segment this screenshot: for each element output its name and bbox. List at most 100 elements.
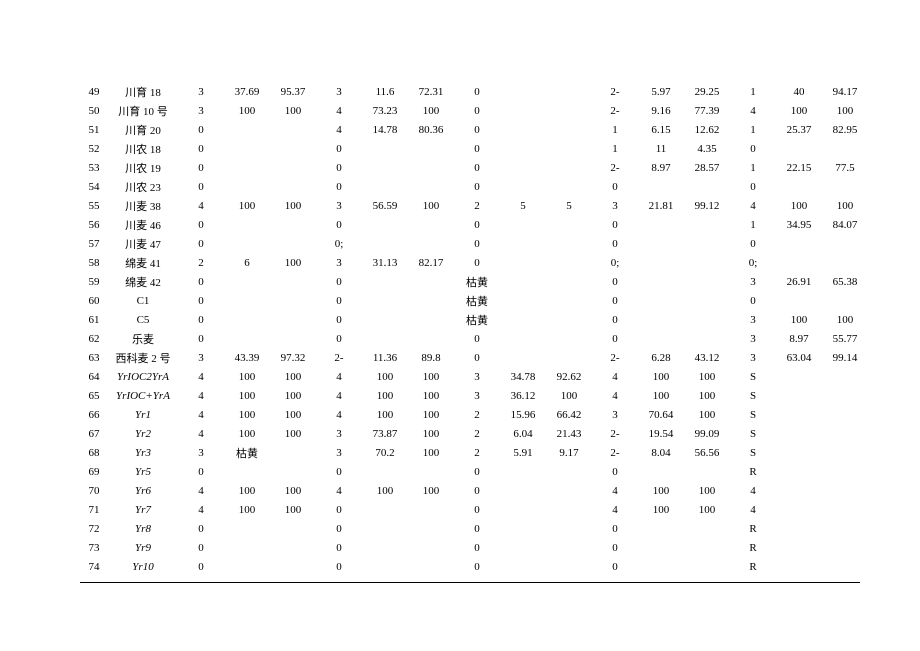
cell	[684, 462, 730, 481]
cell: 100	[270, 101, 316, 120]
cell: 9.16	[638, 101, 684, 120]
cell	[500, 291, 546, 310]
row-index: 63	[80, 348, 108, 367]
cell	[822, 234, 868, 253]
cell: 100	[224, 196, 270, 215]
cell	[684, 215, 730, 234]
cell: 34.95	[776, 215, 822, 234]
cell: 0	[178, 120, 224, 139]
cell: 56.56	[684, 443, 730, 462]
cell	[776, 557, 822, 576]
cell: 0	[454, 538, 500, 557]
cell: 4	[178, 196, 224, 215]
cell: 0	[592, 215, 638, 234]
cell	[500, 500, 546, 519]
table-row: 57川麦 4700;000	[80, 234, 868, 253]
cell: 0	[454, 462, 500, 481]
cell: S	[730, 443, 776, 462]
cell	[362, 462, 408, 481]
cell	[638, 462, 684, 481]
cell: 2-	[592, 82, 638, 101]
cell: 枯黄	[454, 291, 500, 310]
cell: 0;	[316, 234, 362, 253]
cell	[362, 538, 408, 557]
cell: 0	[316, 519, 362, 538]
cell: 0	[178, 139, 224, 158]
cell: 4	[178, 405, 224, 424]
cell: 37.69	[224, 82, 270, 101]
cell: 0	[316, 538, 362, 557]
cell: 4	[316, 481, 362, 500]
cell	[546, 462, 592, 481]
cell	[776, 500, 822, 519]
cell: 3	[592, 196, 638, 215]
table-row: 63西科麦 2 号343.3997.322-11.3689.802-6.2843…	[80, 348, 868, 367]
cell	[408, 538, 454, 557]
row-name: 乐麦	[108, 329, 178, 348]
cell: 100	[408, 443, 454, 462]
cell	[546, 234, 592, 253]
cell	[362, 291, 408, 310]
cell	[224, 329, 270, 348]
row-index: 54	[80, 177, 108, 196]
cell: 0	[178, 329, 224, 348]
row-name: 川麦 38	[108, 196, 178, 215]
cell: 100	[224, 386, 270, 405]
row-index: 56	[80, 215, 108, 234]
row-index: 60	[80, 291, 108, 310]
cell	[546, 82, 592, 101]
cell	[776, 253, 822, 272]
cell	[362, 158, 408, 177]
cell	[408, 234, 454, 253]
cell: 8.97	[776, 329, 822, 348]
row-name: 川农 23	[108, 177, 178, 196]
cell	[546, 329, 592, 348]
cell: 31.13	[362, 253, 408, 272]
cell: 0	[178, 158, 224, 177]
cell: S	[730, 424, 776, 443]
cell	[638, 234, 684, 253]
cell	[362, 329, 408, 348]
cell: 0	[178, 177, 224, 196]
cell: 100	[776, 101, 822, 120]
cell: 82.95	[822, 120, 868, 139]
cell: 1	[730, 82, 776, 101]
cell: 0	[592, 462, 638, 481]
cell	[546, 101, 592, 120]
cell	[362, 139, 408, 158]
cell: 0	[178, 462, 224, 481]
cell: 100	[224, 481, 270, 500]
cell: 0	[454, 329, 500, 348]
cell: 2-	[592, 348, 638, 367]
cell: 43.39	[224, 348, 270, 367]
table-row: 49川育 18337.6995.37311.672.3102-5.9729.25…	[80, 82, 868, 101]
cell: 2-	[592, 443, 638, 462]
cell: 0	[316, 158, 362, 177]
row-index: 67	[80, 424, 108, 443]
cell	[546, 538, 592, 557]
row-index: 74	[80, 557, 108, 576]
table-row: 54川农 2300000	[80, 177, 868, 196]
cell	[500, 158, 546, 177]
cell	[408, 310, 454, 329]
cell	[638, 538, 684, 557]
cell: 19.54	[638, 424, 684, 443]
cell	[362, 234, 408, 253]
cell	[638, 272, 684, 291]
row-index: 59	[80, 272, 108, 291]
cell: S	[730, 367, 776, 386]
cell	[500, 253, 546, 272]
cell	[638, 291, 684, 310]
cell: 5.97	[638, 82, 684, 101]
cell	[776, 538, 822, 557]
cell: 0	[592, 291, 638, 310]
cell: R	[730, 519, 776, 538]
cell	[822, 405, 868, 424]
cell	[408, 139, 454, 158]
cell: 100	[684, 367, 730, 386]
cell	[822, 424, 868, 443]
cell	[546, 291, 592, 310]
cell	[822, 139, 868, 158]
cell: 4	[316, 386, 362, 405]
cell: 2	[454, 424, 500, 443]
